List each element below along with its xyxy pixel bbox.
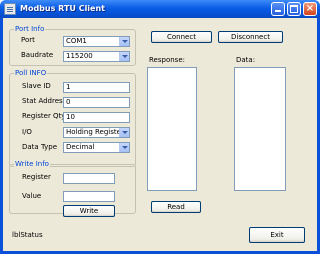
chevron-down-icon — [122, 40, 128, 43]
client-area: Port Info Port COM1 Baudrate 115200 Poll… — [3, 18, 317, 251]
slave-id-label: Slave ID — [22, 82, 51, 90]
port-info-legend: Port Info — [14, 25, 46, 34]
port-label: Port — [21, 36, 35, 44]
baudrate-select-value: 115200 — [66, 52, 93, 60]
read-button[interactable]: Read — [151, 201, 201, 213]
baudrate-dropdown-button[interactable] — [119, 52, 129, 61]
port-dropdown-button[interactable] — [119, 37, 129, 46]
chevron-down-icon — [122, 55, 128, 58]
io-label: I/O — [22, 128, 32, 136]
start-address-label: Stat Address — [22, 97, 67, 105]
chevron-down-icon — [122, 146, 128, 149]
window-title: Modbus RTU Client — [20, 4, 105, 13]
data-type-dropdown-button[interactable] — [119, 143, 129, 152]
start-address-input[interactable]: 0 — [63, 97, 130, 108]
connect-button[interactable]: Connect — [151, 31, 212, 43]
minimize-icon — [275, 10, 281, 12]
data-type-label: Data Type — [22, 143, 58, 151]
app-window: Modbus RTU Client × Port Info Port COM1 … — [0, 0, 320, 254]
write-value-label: Value — [22, 192, 42, 200]
response-label: Response: — [149, 56, 185, 64]
write-register-input[interactable] — [63, 173, 115, 184]
register-qty-input[interactable]: 10 — [63, 112, 130, 123]
poll-info-legend: Poll INFO — [14, 69, 48, 78]
exit-button[interactable]: Exit — [249, 227, 305, 243]
data-type-select-value: Decimal — [66, 143, 95, 151]
app-icon — [4, 3, 16, 15]
port-info-group: Port Info Port COM1 Baudrate 115200 — [9, 25, 136, 66]
port-select-value: COM1 — [66, 37, 87, 45]
write-register-label: Register — [22, 173, 51, 181]
port-select[interactable]: COM1 — [63, 36, 130, 47]
baudrate-select[interactable]: 115200 — [63, 51, 130, 62]
write-button[interactable]: Write — [63, 205, 115, 217]
response-listbox[interactable] — [147, 67, 197, 191]
data-label: Data: — [236, 56, 256, 64]
poll-info-group: Poll INFO Slave ID 1 Stat Address 0 Regi… — [9, 69, 136, 167]
io-select[interactable]: Holding Register — [63, 127, 130, 138]
close-button[interactable]: × — [303, 2, 317, 16]
slave-id-input[interactable]: 1 — [63, 82, 130, 93]
write-info-legend: Write Info — [14, 160, 50, 169]
data-type-select[interactable]: Decimal — [63, 142, 130, 153]
write-info-group: Write Info Register Value Write — [9, 160, 136, 217]
chevron-down-icon — [122, 131, 128, 134]
io-select-value: Holding Register — [66, 128, 124, 136]
register-qty-label: Register Qty — [22, 112, 66, 120]
maximize-icon — [290, 5, 298, 13]
write-value-input[interactable] — [63, 191, 115, 202]
disconnect-button[interactable]: Disconnect — [218, 31, 283, 43]
status-label: lblStatus — [12, 231, 43, 239]
title-bar[interactable]: Modbus RTU Client × — [0, 0, 320, 18]
maximize-button[interactable] — [287, 2, 301, 16]
baudrate-label: Baudrate — [21, 51, 54, 59]
data-listbox[interactable] — [234, 67, 286, 191]
minimize-button[interactable] — [271, 2, 285, 16]
io-dropdown-button[interactable] — [119, 128, 129, 137]
close-icon: × — [305, 3, 315, 14]
